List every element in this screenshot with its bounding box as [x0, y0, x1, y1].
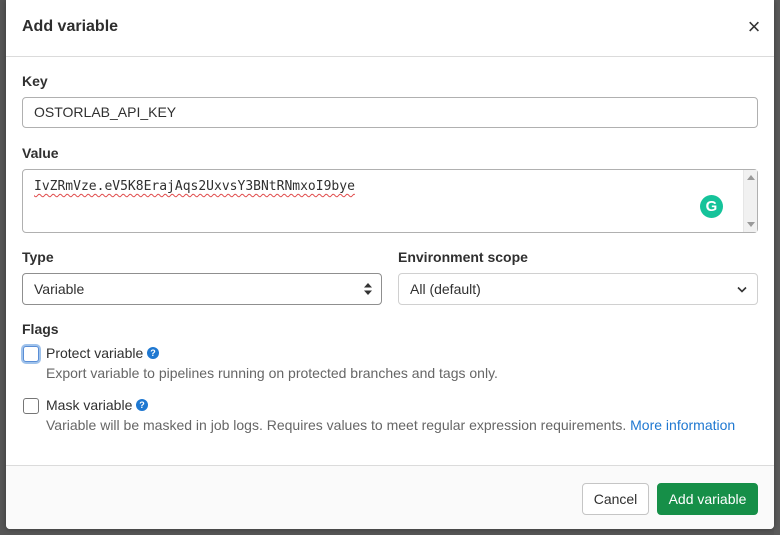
add-variable-modal: Add variable × Key OSTORLAB_API_KEY Valu… [6, 0, 774, 529]
environment-scope-label: Environment scope [398, 249, 528, 265]
add-variable-button[interactable]: Add variable [657, 483, 758, 515]
value-textarea[interactable]: IvZRmVze.eV5K8ErajAqs2UxvsY3BNtRNmxoI9by… [22, 169, 758, 233]
type-label: Type [22, 249, 54, 265]
modal-header: Add variable × [6, 0, 774, 57]
close-icon[interactable]: × [744, 16, 764, 38]
value-label: Value [22, 145, 59, 161]
modal-title: Add variable [22, 18, 119, 35]
more-information-link[interactable]: More information [630, 417, 735, 433]
textarea-scrollbar[interactable] [743, 170, 757, 232]
protect-variable-checkbox[interactable] [23, 346, 39, 362]
environment-scope-select[interactable]: All (default) [398, 273, 758, 305]
type-select-value: Variable [34, 281, 85, 297]
mask-variable-help: Variable will be masked in job logs. Req… [46, 417, 735, 433]
page-backdrop [774, 0, 780, 535]
environment-scope-value: All (default) [410, 281, 481, 297]
key-label: Key [22, 73, 48, 89]
scroll-down-icon[interactable] [747, 222, 755, 227]
chevron-down-icon [737, 286, 747, 293]
mask-variable-label[interactable]: Mask variable [46, 397, 132, 413]
value-text: IvZRmVze.eV5K8ErajAqs2UxvsY3BNtRNmxoI9by… [34, 179, 355, 194]
select-updown-icon [364, 283, 372, 295]
mask-variable-help-text: Variable will be masked in job logs. Req… [46, 417, 631, 433]
protect-variable-label[interactable]: Protect variable [46, 345, 143, 361]
cancel-button[interactable]: Cancel [582, 483, 649, 515]
grammarly-icon[interactable]: G [700, 195, 723, 218]
question-circle-icon[interactable]: ? [147, 347, 159, 359]
flags-label: Flags [22, 321, 59, 337]
protect-variable-help: Export variable to pipelines running on … [46, 365, 498, 381]
modal-footer: Cancel Add variable [6, 465, 774, 529]
question-circle-icon[interactable]: ? [136, 399, 148, 411]
scroll-up-icon[interactable] [747, 175, 755, 180]
mask-variable-checkbox[interactable] [23, 398, 39, 414]
key-input[interactable]: OSTORLAB_API_KEY [22, 97, 758, 128]
type-select[interactable]: Variable [22, 273, 382, 305]
